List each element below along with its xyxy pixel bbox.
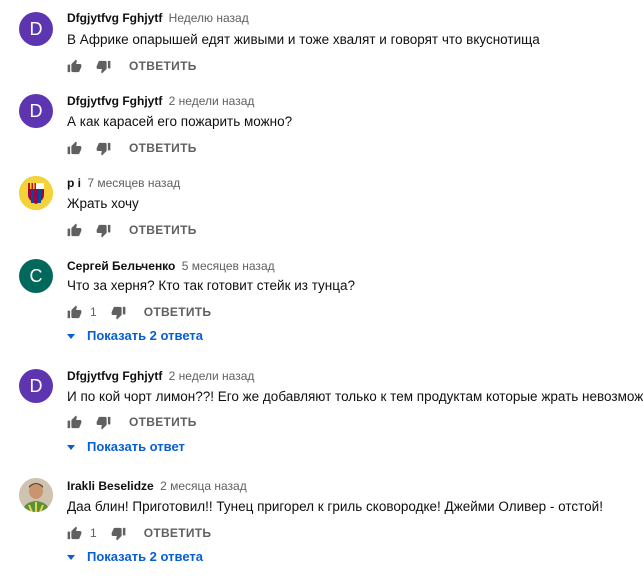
caret-down-icon [67,333,75,339]
comment-time[interactable]: 2 недели назад [169,94,255,108]
avatar[interactable]: D [19,369,53,403]
like-count: 1 [90,305,97,319]
comment-text: А как карасей его пожарить можно? [67,114,293,129]
comment-author[interactable]: Irakli Beselidze [67,479,154,493]
show-replies-button[interactable]: Показать ответ [67,439,185,454]
show-replies-label: Показать 2 ответа [87,549,203,564]
comment-actions: 1 ОТВЕТИТЬ [67,525,211,541]
comment-text: Жрать хочу [67,196,139,211]
avatar[interactable] [19,176,53,210]
show-replies-label: Показать 2 ответа [87,328,203,343]
comment-header: Сергей Бельченко 5 месяцев назад [67,259,275,273]
comment-header: Irakli Beselidze 2 месяца назад [67,479,247,493]
comment-author[interactable]: Dfgjytfvg Fghjytf [67,369,162,383]
reply-button[interactable]: ОТВЕТИТЬ [129,141,197,155]
reply-button[interactable]: ОТВЕТИТЬ [144,305,212,319]
thumbs-up-icon [67,223,82,236]
comment-author[interactable]: Сергей Бельченко [67,259,175,273]
avatar[interactable]: D [19,12,53,46]
comment-time[interactable]: 2 месяца назад [160,479,247,493]
thumbs-up-icon [67,59,82,72]
thumbs-down-icon [111,306,126,319]
thumbs-down-icon [111,527,126,540]
comment-actions: ОТВЕТИТЬ [67,140,197,156]
caret-down-icon [67,444,75,450]
thumbs-up-icon [67,415,82,428]
thumbs-up-icon [67,526,82,539]
comment-header: р і 7 месяцев назад [67,176,180,190]
like-count: 1 [90,526,97,540]
thumbs-down-icon [96,142,111,155]
thumbs-up-icon [67,305,82,318]
comment-actions: ОТВЕТИТЬ [67,222,197,238]
thumbs-down-icon [96,224,111,237]
club-crest-avatar-icon [19,176,53,210]
caret-down-icon [67,554,75,560]
comment-header: Dfgjytfvg Fghjytf 2 недели назад [67,369,254,383]
avatar[interactable] [19,478,53,512]
reply-button[interactable]: ОТВЕТИТЬ [129,223,197,237]
comment-actions: ОТВЕТИТЬ [67,414,197,430]
thumbs-up-icon [67,141,82,154]
like-button[interactable] [67,526,82,541]
comment-author[interactable]: Dfgjytfvg Fghjytf [67,94,162,108]
like-button[interactable] [67,415,82,430]
comment-text: В Африке опарышей едят живыми и тоже хва… [67,32,540,47]
avatar-letter: D [29,375,43,396]
comment-actions: 1 ОТВЕТИТЬ [67,304,211,320]
like-button[interactable] [67,223,82,238]
dislike-button[interactable] [96,415,111,430]
comment-time[interactable]: Неделю назад [169,11,249,25]
show-replies-button[interactable]: Показать 2 ответа [67,328,203,343]
comment-actions: ОТВЕТИТЬ [67,58,197,74]
reply-button[interactable]: ОТВЕТИТЬ [129,59,197,73]
comment-text: Даа блин! Приготовил!! Тунец пригорел к … [67,499,603,514]
avatar-letter: C [29,265,43,286]
reply-button[interactable]: ОТВЕТИТЬ [129,415,197,429]
thumbs-down-icon [96,60,111,73]
show-replies-button[interactable]: Показать 2 ответа [67,549,203,564]
avatar-letter: D [29,18,43,39]
avatar[interactable]: D [19,94,53,128]
comment-header: Dfgjytfvg Fghjytf 2 недели назад [67,94,254,108]
avatar-letter: D [29,100,43,121]
comment-time[interactable]: 7 месяцев назад [87,176,180,190]
comment-header: Dfgjytfvg Fghjytf Неделю назад [67,11,249,25]
dislike-button[interactable] [96,141,111,156]
show-replies-label: Показать ответ [87,439,185,454]
comment-author[interactable]: р і [67,176,81,190]
dislike-button[interactable] [96,59,111,74]
comment-time[interactable]: 5 месяцев назад [182,259,275,273]
comment-text: И по кой чорт лимон??! Его же добавляют … [67,389,643,404]
dislike-button[interactable] [96,223,111,238]
dislike-button[interactable] [111,526,126,541]
comment-time[interactable]: 2 недели назад [169,369,255,383]
dislike-button[interactable] [111,305,126,320]
like-button[interactable] [67,141,82,156]
comment-author[interactable]: Dfgjytfvg Fghjytf [67,11,162,25]
comment-text: Что за херня? Кто так готовит стейк из т… [67,278,356,293]
avatar[interactable]: C [19,259,53,293]
reply-button[interactable]: ОТВЕТИТЬ [144,526,212,540]
like-button[interactable] [67,59,82,74]
thumbs-down-icon [96,416,111,429]
person-photo-avatar-icon [19,478,53,512]
like-button[interactable] [67,305,82,320]
